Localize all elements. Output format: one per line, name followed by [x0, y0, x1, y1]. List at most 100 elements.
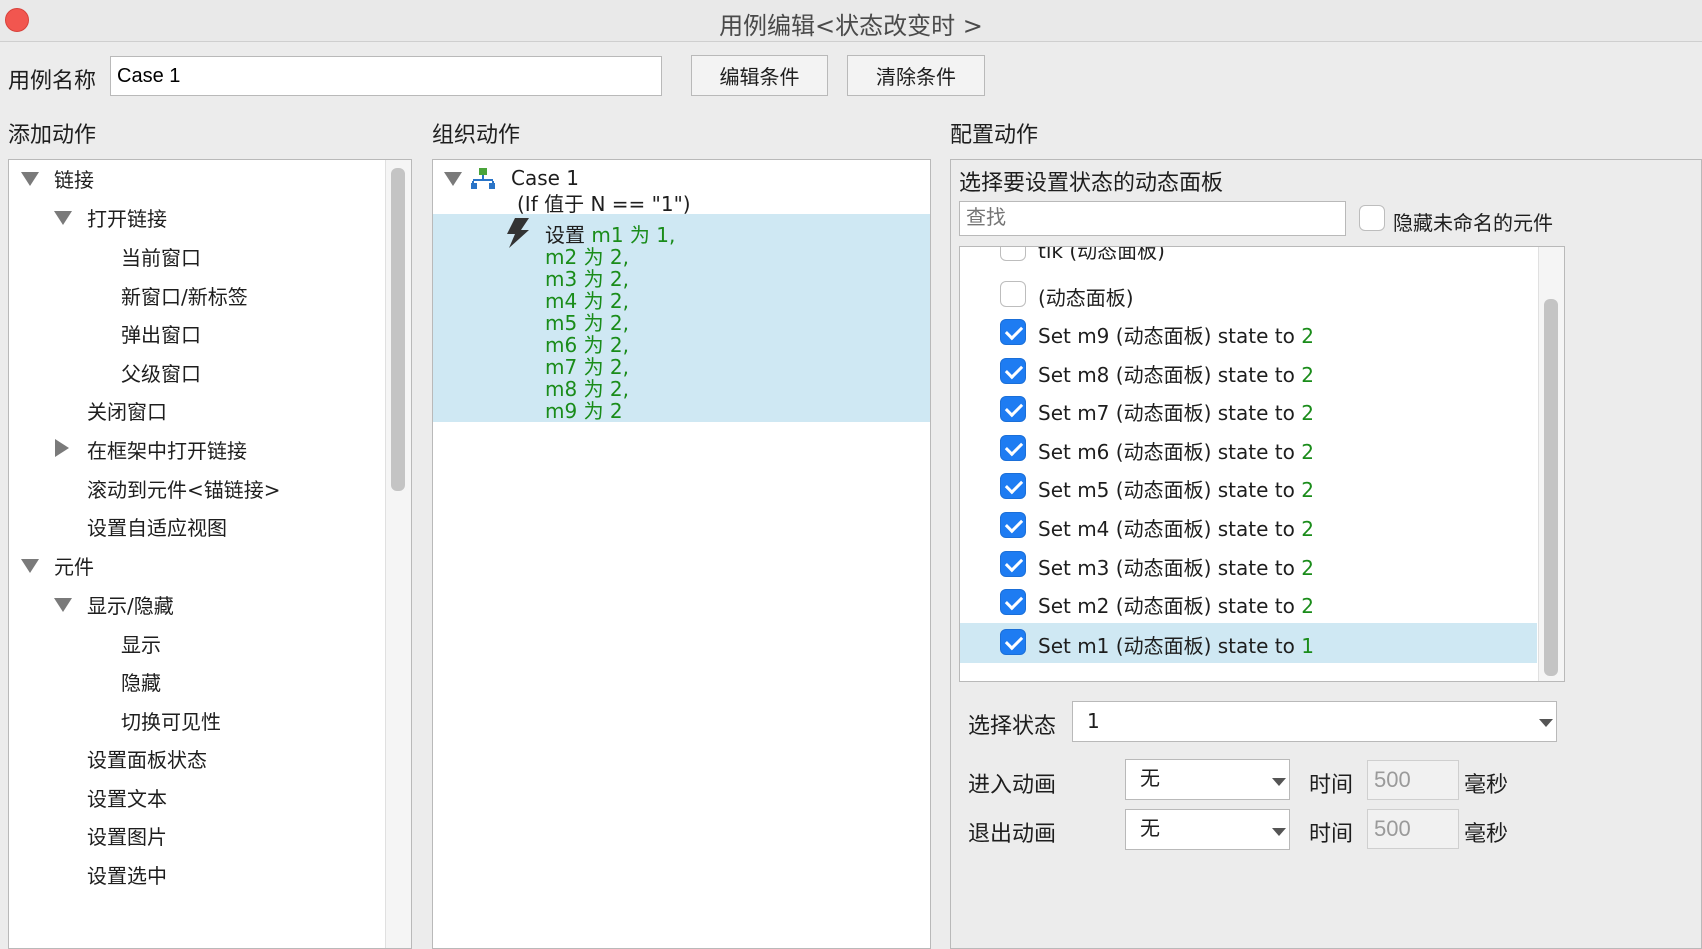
list-item-checkbox[interactable] — [1000, 247, 1026, 261]
row-state: 1 — [1301, 634, 1314, 658]
tree-item-open-link[interactable]: 打开链接 — [87, 203, 167, 232]
case-name-input[interactable] — [110, 56, 662, 96]
configure-actions-panel: 选择要设置状态的动态面板 隐藏未命名的元件 tik (动态面板) (动态面板) … — [950, 159, 1702, 949]
row-state: 2 — [1301, 401, 1314, 425]
list-item[interactable]: Set m3 (动态面板) state to 2 — [960, 549, 1537, 583]
tree-item-show[interactable]: 显示 — [121, 629, 161, 658]
selected-action-block[interactable]: 设置 m1 为 1, m2 为 2, m3 为 2, m4 为 2, m5 为 … — [433, 214, 930, 423]
enter-animation-dropdown[interactable]: 无 — [1125, 759, 1290, 800]
expand-open-link-icon[interactable] — [54, 211, 72, 225]
hide-unnamed-checkbox[interactable] — [1359, 205, 1385, 231]
list-item-label: Set m9 (动态面板) state to 2 — [1038, 320, 1314, 349]
select-state-dropdown[interactable]: 1 — [1072, 701, 1557, 742]
list-item[interactable]: (动态面板) — [960, 279, 1537, 313]
enter-animation-value: 无 — [1140, 766, 1160, 790]
list-item-label: Set m7 (动态面板) state to 2 — [1038, 397, 1314, 426]
row-state: 2 — [1301, 440, 1314, 464]
tree-item-hide[interactable]: 隐藏 — [121, 667, 161, 696]
tree-item-toggle-visibility[interactable]: 切换可见性 — [121, 706, 221, 735]
tree-item-scroll-to-widget[interactable]: 滚动到元件<锚链接> — [87, 474, 281, 503]
enter-ms-label: 毫秒 — [1464, 773, 1509, 798]
list-item-checkbox[interactable] — [1000, 629, 1026, 655]
exit-animation-dropdown[interactable]: 无 — [1125, 809, 1290, 850]
list-item-checkbox[interactable] — [1000, 589, 1026, 615]
tree-item-new-window[interactable]: 新窗口/新标签 — [121, 281, 248, 310]
exit-ms-label: 毫秒 — [1464, 822, 1509, 847]
edit-condition-button[interactable]: 编辑条件 — [691, 55, 828, 96]
list-item[interactable]: Set m9 (动态面板) state to 2 — [960, 317, 1537, 351]
row-state: 2 — [1301, 478, 1314, 502]
tree-scrollbar-thumb[interactable] — [391, 168, 405, 491]
select-state-label: 选择状态 — [968, 714, 1057, 739]
list-item-selected[interactable]: Set m1 (动态面板) state to 1 — [960, 623, 1537, 663]
list-item[interactable]: Set m7 (动态面板) state to 2 — [960, 394, 1537, 428]
row-text: Set m6 (动态面板) state to — [1038, 440, 1302, 464]
list-item[interactable]: Set m6 (动态面板) state to 2 — [960, 433, 1537, 467]
clear-condition-button[interactable]: 清除条件 — [847, 55, 985, 96]
list-item-label: Set m8 (动态面板) state to 2 — [1038, 359, 1314, 388]
organize-actions-panel: Case 1 (If 值于 N == "1") 设置 m1 为 1, m2 为 … — [432, 159, 931, 949]
tree-item-parent-window[interactable]: 父级窗口 — [121, 358, 201, 387]
exit-time-input[interactable] — [1367, 809, 1459, 849]
enter-animation-label: 进入动画 — [968, 773, 1057, 798]
tree-item-close-window[interactable]: 关闭窗口 — [87, 396, 167, 425]
hide-unnamed-label: 隐藏未命名的元件 — [1393, 211, 1553, 235]
list-item-checkbox[interactable] — [1000, 319, 1026, 345]
expand-open-in-frame-icon[interactable] — [55, 439, 69, 457]
configure-actions-heading: 配置动作 — [950, 123, 1039, 148]
list-item-checkbox[interactable] — [1000, 396, 1026, 422]
tree-item-current-window[interactable]: 当前窗口 — [121, 242, 201, 271]
exit-time-label: 时间 — [1309, 822, 1354, 847]
expand-links-icon[interactable] — [21, 172, 39, 186]
list-item[interactable]: Set m2 (动态面板) state to 2 — [960, 587, 1537, 621]
expand-show-hide-icon[interactable] — [54, 598, 72, 612]
exit-animation-value: 无 — [1140, 816, 1160, 840]
enter-time-input[interactable] — [1367, 760, 1459, 800]
row-text: Set m3 (动态面板) state to — [1038, 556, 1302, 580]
action-line-9: m9 为 2 — [545, 399, 623, 423]
panel-search-input[interactable] — [959, 201, 1346, 236]
list-item[interactable]: Set m5 (动态面板) state to 2 — [960, 471, 1537, 505]
tree-item-links[interactable]: 链接 — [54, 164, 94, 193]
lightning-icon — [507, 218, 529, 248]
tree-item-set-image[interactable]: 设置图片 — [87, 821, 167, 850]
row-text: Set m9 (动态面板) state to — [1038, 324, 1302, 348]
row-text: Set m5 (动态面板) state to — [1038, 478, 1302, 502]
case-condition: (If 值于 N == "1") — [517, 192, 691, 216]
select-state-value: 1 — [1087, 709, 1100, 733]
chevron-down-icon — [1272, 828, 1286, 836]
tree-item-set-selected[interactable]: 设置选中 — [87, 860, 167, 889]
row-state: 2 — [1301, 556, 1314, 580]
row-state: 2 — [1301, 363, 1314, 387]
enter-time-label: 时间 — [1309, 773, 1354, 798]
configure-panel-title: 选择要设置状态的动态面板 — [959, 171, 1224, 196]
list-item-label: Set m6 (动态面板) state to 2 — [1038, 436, 1314, 465]
list-item[interactable]: Set m8 (动态面板) state to 2 — [960, 356, 1537, 390]
row-text: Set m1 (动态面板) state to — [1038, 634, 1302, 658]
list-item-label: Set m4 (动态面板) state to 2 — [1038, 513, 1314, 542]
expand-widgets-icon[interactable] — [21, 559, 39, 573]
list-item-label: Set m1 (动态面板) state to 1 — [1038, 630, 1314, 659]
tree-item-widgets[interactable]: 元件 — [54, 551, 94, 580]
chevron-down-icon — [1272, 778, 1286, 786]
list-item-label: (动态面板) — [1038, 286, 1134, 310]
list-item-checkbox[interactable] — [1000, 551, 1026, 577]
expand-case-icon[interactable] — [444, 172, 462, 186]
list-item[interactable]: tik (动态面板) — [960, 247, 1537, 265]
list-item-checkbox[interactable] — [1000, 435, 1026, 461]
case-title[interactable]: Case 1 — [511, 166, 579, 190]
list-item[interactable]: Set m4 (动态面板) state to 2 — [960, 510, 1537, 544]
tree-item-open-in-frame[interactable]: 在框架中打开链接 — [87, 435, 247, 464]
row-state: 2 — [1301, 324, 1314, 348]
dynamic-panel-list: tik (动态面板) (动态面板) Set m9 (动态面板) state to… — [959, 246, 1565, 682]
tree-item-popup-window[interactable]: 弹出窗口 — [121, 319, 201, 348]
tree-item-set-text[interactable]: 设置文本 — [87, 783, 167, 812]
list-item-checkbox[interactable] — [1000, 512, 1026, 538]
list-item-checkbox[interactable] — [1000, 473, 1026, 499]
list-item-checkbox[interactable] — [1000, 358, 1026, 384]
tree-item-set-adaptive-view[interactable]: 设置自适应视图 — [87, 512, 227, 541]
list-scrollbar-thumb[interactable] — [1544, 299, 1558, 676]
tree-item-show-hide[interactable]: 显示/隐藏 — [87, 590, 174, 619]
tree-item-set-panel-state[interactable]: 设置面板状态 — [87, 744, 207, 773]
list-item-checkbox[interactable] — [1000, 281, 1026, 307]
